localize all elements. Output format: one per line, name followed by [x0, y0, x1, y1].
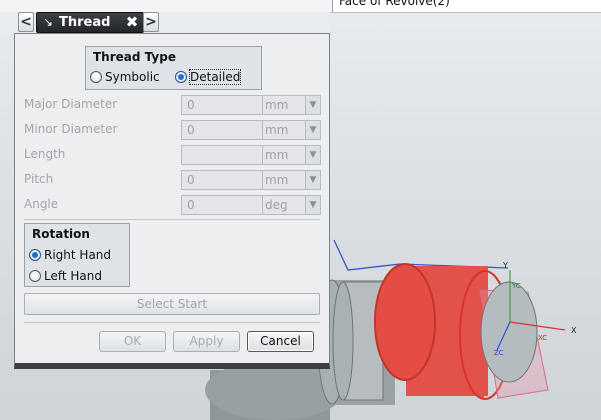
select-start-button[interactable]: Select Start [24, 293, 320, 315]
angle-row: Angle 0 deg ▼ [24, 195, 321, 215]
down-arrow-icon[interactable]: ▼ [306, 145, 321, 165]
forward-button[interactable]: > [143, 12, 159, 32]
symbolic-radio[interactable]: Symbolic [90, 70, 160, 84]
yc-label: YC [511, 282, 521, 290]
minor-diameter-input[interactable]: 0 [181, 120, 263, 140]
major-diameter-input[interactable]: 0 [181, 95, 263, 115]
length-input[interactable] [181, 145, 263, 165]
chevron-right-icon: > [145, 14, 157, 30]
red-cylinder-left-face [374, 263, 436, 381]
end-face [480, 281, 538, 383]
right-hand-radio[interactable]: Right Hand [29, 248, 111, 262]
angle-input[interactable]: 0 [181, 195, 263, 215]
thread-type-title: Thread Type [93, 50, 176, 64]
rotation-title: Rotation [32, 227, 90, 241]
detailed-label: Detailed [188, 69, 242, 85]
length-row: Length mm ▼ [24, 145, 321, 165]
back-button[interactable]: < [18, 12, 34, 32]
close-icon[interactable]: ✖ [123, 14, 141, 31]
radio-selected-icon[interactable] [175, 71, 187, 83]
apply-button[interactable]: Apply [173, 331, 240, 352]
major-diameter-label: Major Diameter [24, 97, 118, 111]
sketch-line [333, 239, 509, 271]
dialog-titlebar[interactable]: ↘ Thread ✖ [36, 12, 144, 33]
right-hand-label: Right Hand [44, 248, 112, 262]
pin-icon[interactable]: ↘ [39, 15, 57, 30]
pitch-label: Pitch [24, 172, 54, 186]
detailed-radio[interactable]: Detailed [175, 69, 242, 85]
pitch-row: Pitch 0 mm ▼ [24, 170, 321, 190]
down-arrow-icon[interactable]: ▼ [306, 120, 321, 140]
cancel-button[interactable]: Cancel [247, 331, 314, 352]
radio-selected-icon[interactable] [29, 249, 41, 261]
radio-icon[interactable] [90, 71, 102, 83]
rotation-group: Rotation Right Hand Left Hand [24, 223, 130, 287]
major-diameter-row: Major Diameter 0 mm ▼ [24, 95, 321, 115]
thread-type-group: Thread Type Symbolic Detailed [85, 46, 262, 90]
divider [24, 322, 320, 323]
length-label: Length [24, 147, 66, 161]
minor-diameter-unit: mm [263, 120, 306, 140]
xc-label: XC [538, 334, 547, 342]
y-label: Y [502, 261, 508, 270]
x-label: X [571, 326, 577, 335]
ok-button[interactable]: OK [99, 331, 166, 352]
angle-unit: deg [263, 195, 306, 215]
pitch-unit: mm [263, 170, 306, 190]
dialog-title: Thread [59, 15, 111, 30]
left-hand-radio[interactable]: Left Hand [29, 269, 102, 283]
symbolic-label: Symbolic [105, 70, 160, 84]
down-arrow-icon[interactable]: ▼ [306, 195, 321, 215]
zc-label: ZC [494, 349, 504, 357]
collar-face [332, 281, 354, 401]
pitch-input[interactable]: 0 [181, 170, 263, 190]
divider [24, 219, 320, 220]
minor-diameter-row: Minor Diameter 0 mm ▼ [24, 120, 321, 140]
minor-diameter-label: Minor Diameter [24, 122, 118, 136]
radio-icon[interactable] [29, 270, 41, 282]
length-unit: mm [263, 145, 306, 165]
face-label: Face of Revolve(2) [332, 0, 601, 12]
chevron-left-icon: < [20, 14, 32, 30]
down-arrow-icon[interactable]: ▼ [306, 170, 321, 190]
left-hand-label: Left Hand [44, 269, 102, 283]
down-arrow-icon[interactable]: ▼ [306, 95, 321, 115]
angle-label: Angle [24, 197, 59, 211]
thread-dialog: Thread Type Symbolic Detailed Major Diam… [14, 33, 330, 369]
major-diameter-unit: mm [263, 95, 306, 115]
